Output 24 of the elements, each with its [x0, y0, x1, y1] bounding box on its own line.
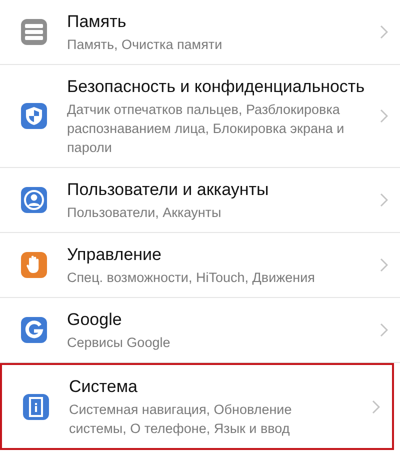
settings-item[interactable]: Google Сервисы Google — [0, 298, 400, 363]
item-title: Система — [69, 376, 138, 398]
settings-item[interactable]: Управление Спец. возможности, HiTouch, Движения — [0, 233, 400, 298]
item-title: Безопасность и конфиденциальность — [67, 76, 366, 98]
item-subtitle: Пользователи, Аккаунты — [67, 204, 222, 222]
item-subtitle: Сервисы Google — [67, 334, 172, 352]
chevron-icon — [380, 109, 388, 123]
item-subtitle: Системная навигация, Обновление системы, О телефоне, Язык и ввод — [69, 401, 293, 438]
item-title: Управление — [67, 244, 163, 266]
item-subtitle: Датчик отпечатков пальцев, Разблокировка распознаванием лица, Блокировка экрана и пароли — [67, 101, 346, 157]
item-title: Пользователи и аккаунты — [67, 179, 270, 201]
settings-item[interactable]: Пользователи и аккаунты Пользователи, Аккаунты — [0, 168, 400, 233]
chevron-icon — [380, 193, 388, 207]
chevron-icon — [380, 25, 388, 39]
item-subtitle: Спец. возможности, HiTouch, Движения — [67, 269, 316, 287]
item-title: Память — [67, 11, 128, 33]
settings-item[interactable]: Память Память, Очистка памяти — [0, 0, 400, 65]
item-subtitle: Память, Очистка памяти — [67, 36, 224, 54]
item-title: Google — [67, 309, 123, 331]
chevron-icon — [372, 400, 380, 414]
highlighted-settings-item[interactable]: Система Системная навигация, Обновление системы, О телефоне, Язык и ввод — [0, 363, 394, 450]
settings-item[interactable]: Безопасность и конфиденциальность Датчик отпечатков пальцев, Разблокировка распознаванием лица, Блокировка экрана и пароли — [0, 65, 400, 168]
chevron-icon — [380, 258, 388, 272]
chevron-icon — [380, 323, 388, 337]
